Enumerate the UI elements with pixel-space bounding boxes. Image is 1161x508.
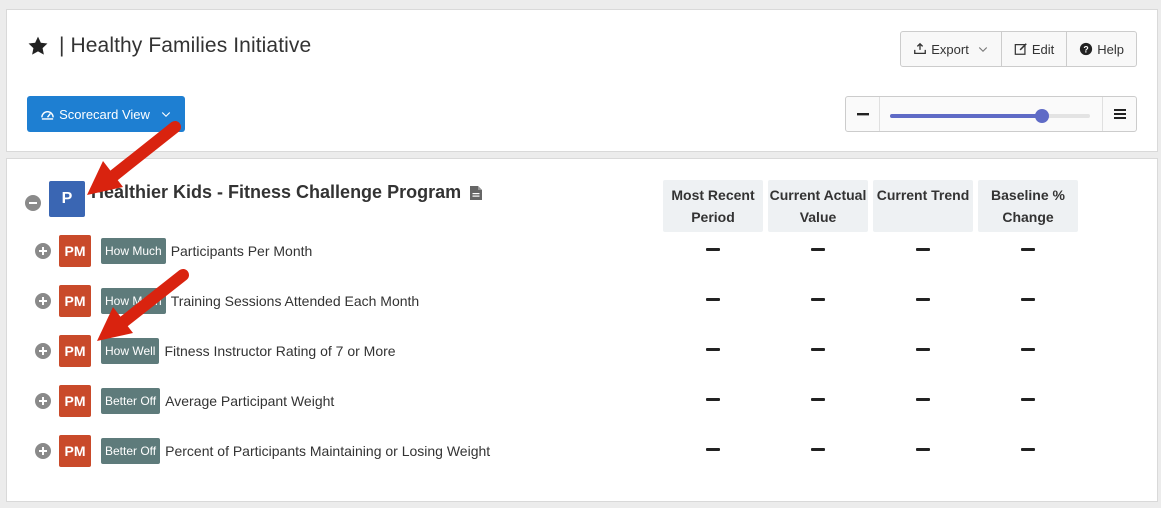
export-label: Export xyxy=(931,41,969,57)
empty-value-dash xyxy=(916,348,930,351)
column-header-current-trend: Current Trend xyxy=(873,180,973,232)
empty-value-dash xyxy=(811,398,825,401)
measure-badge: PM xyxy=(59,385,91,417)
measure-badge: PM xyxy=(59,435,91,467)
measure-row: PM How Well Fitness Instructor Rating of 7… xyxy=(35,335,396,367)
empty-value-dash xyxy=(706,298,720,301)
document-icon[interactable] xyxy=(469,185,483,201)
measure-name[interactable]: Training Sessions Attended Each Month xyxy=(171,293,420,309)
layout-menu-button[interactable] xyxy=(1102,97,1136,131)
edit-icon xyxy=(1014,43,1027,55)
empty-value-dash xyxy=(916,398,930,401)
empty-value-dash xyxy=(706,398,720,401)
measure-badge: PM xyxy=(59,335,91,367)
help-label: Help xyxy=(1097,41,1124,57)
expand-icon[interactable] xyxy=(35,443,51,459)
measure-name[interactable]: Average Participant Weight xyxy=(165,393,334,409)
empty-value-dash xyxy=(706,248,720,251)
empty-value-dash xyxy=(1021,448,1035,451)
measure-row: PM How Much Training Sessions Attended Eac… xyxy=(35,285,419,317)
empty-value-dash xyxy=(811,448,825,451)
svg-text:?: ? xyxy=(1084,45,1089,55)
expand-icon[interactable] xyxy=(35,393,51,409)
empty-value-dash xyxy=(1021,248,1035,251)
chevron-down-icon xyxy=(161,112,171,118)
program-badge: P xyxy=(49,181,85,217)
measure-category-tag: Better Off xyxy=(101,388,161,414)
empty-value-dash xyxy=(706,348,720,351)
edit-label: Edit xyxy=(1031,41,1055,57)
program-row: P Healthier Kids - Fitness Challenge Pro… xyxy=(25,181,483,217)
empty-value-dash xyxy=(811,298,825,301)
action-button-group: Export Edit ? Help xyxy=(900,31,1137,67)
measure-badge: PM xyxy=(59,235,91,267)
empty-value-dash xyxy=(811,348,825,351)
column-header-baseline-change: Baseline % Change xyxy=(978,180,1078,232)
help-icon: ? xyxy=(1080,42,1093,56)
measure-row: PM How Much Participants Per Month xyxy=(35,235,312,267)
empty-value-dash xyxy=(1021,298,1035,301)
expand-icon[interactable] xyxy=(35,243,51,259)
collapse-icon[interactable] xyxy=(25,195,41,211)
menu-icon xyxy=(1113,109,1126,119)
empty-value-dash xyxy=(811,248,825,251)
empty-value-dash xyxy=(916,298,930,301)
empty-value-dash xyxy=(916,448,930,451)
measure-name[interactable]: Percent of Participants Maintaining or L… xyxy=(165,443,490,459)
chevron-down-icon xyxy=(978,47,987,53)
empty-value-dash xyxy=(916,248,930,251)
measure-row: PM Better Off Average Participant Weight xyxy=(35,385,334,417)
edit-button[interactable]: Edit xyxy=(1002,32,1068,66)
scorecard-view-label: Scorecard View xyxy=(59,106,150,122)
measure-row: PM Better Off Percent of Participants Main… xyxy=(35,435,490,467)
zoom-control xyxy=(845,96,1137,132)
zoom-slider-fill xyxy=(890,114,1042,118)
header-panel: | Healthy Families Initiative Export Edi… xyxy=(6,9,1158,152)
empty-value-dash xyxy=(706,448,720,451)
measure-badge: PM xyxy=(59,285,91,317)
measure-name[interactable]: Fitness Instructor Rating of 7 or More xyxy=(164,343,395,359)
title-row: | Healthy Families Initiative xyxy=(27,34,311,58)
zoom-slider-handle[interactable] xyxy=(1035,109,1049,123)
column-header-most-recent-period: Most Recent Period xyxy=(663,180,763,232)
empty-value-dash xyxy=(1021,348,1035,351)
expand-icon[interactable] xyxy=(35,343,51,359)
star-icon[interactable] xyxy=(27,35,49,57)
minus-icon xyxy=(856,113,869,116)
column-header-current-actual-value: Current Actual Value xyxy=(768,180,868,232)
dashboard-icon xyxy=(41,110,54,120)
zoom-out-button[interactable] xyxy=(846,97,880,131)
expand-icon[interactable] xyxy=(35,293,51,309)
measure-category-tag: How Well xyxy=(101,338,160,364)
page-title: | Healthy Families Initiative xyxy=(59,34,312,57)
export-button[interactable]: Export xyxy=(901,32,1002,66)
measure-category-tag: How Much xyxy=(101,238,166,264)
program-title[interactable]: Healthier Kids - Fitness Challenge Progr… xyxy=(91,182,461,203)
measure-name[interactable]: Participants Per Month xyxy=(171,243,313,259)
measure-category-tag: Better Off xyxy=(101,438,161,464)
scorecard-panel: P Healthier Kids - Fitness Challenge Pro… xyxy=(6,121,1158,502)
empty-value-dash xyxy=(1021,398,1035,401)
export-icon xyxy=(914,42,927,55)
scorecard-view-button[interactable]: Scorecard View xyxy=(27,96,185,132)
help-button[interactable]: ? Help xyxy=(1067,32,1136,66)
zoom-slider[interactable] xyxy=(890,109,1090,123)
measure-category-tag: How Much xyxy=(101,288,166,314)
